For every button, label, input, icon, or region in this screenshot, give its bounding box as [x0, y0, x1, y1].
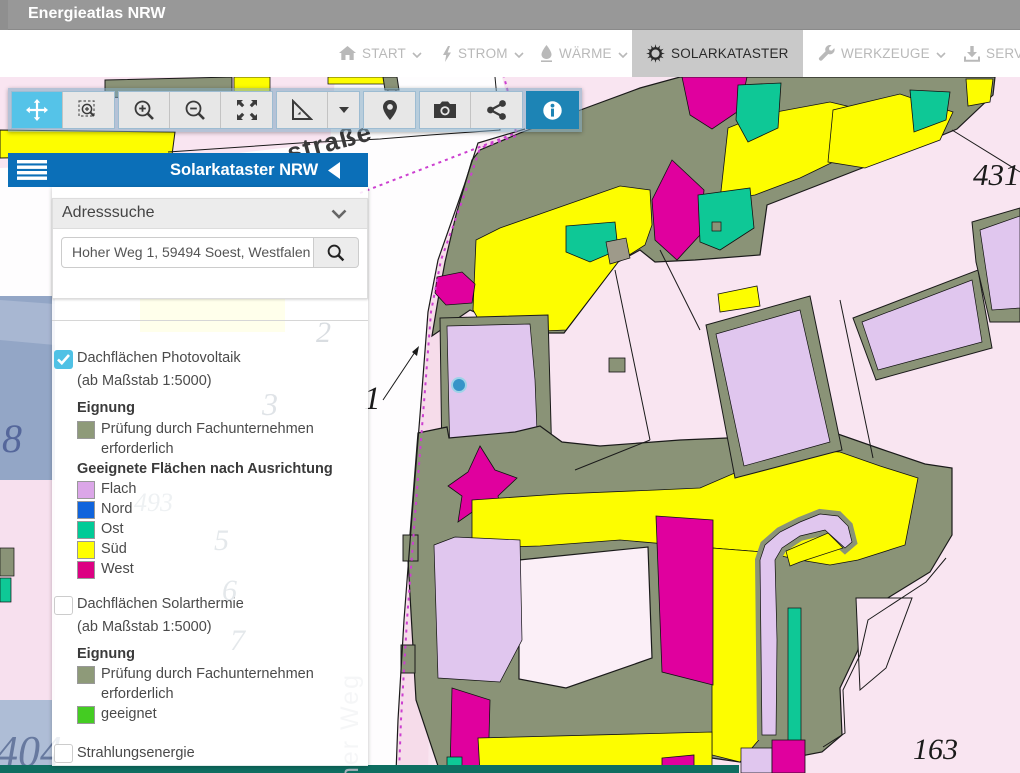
svg-text:163: 163 — [913, 733, 958, 766]
svg-text:431: 431 — [973, 157, 1020, 192]
